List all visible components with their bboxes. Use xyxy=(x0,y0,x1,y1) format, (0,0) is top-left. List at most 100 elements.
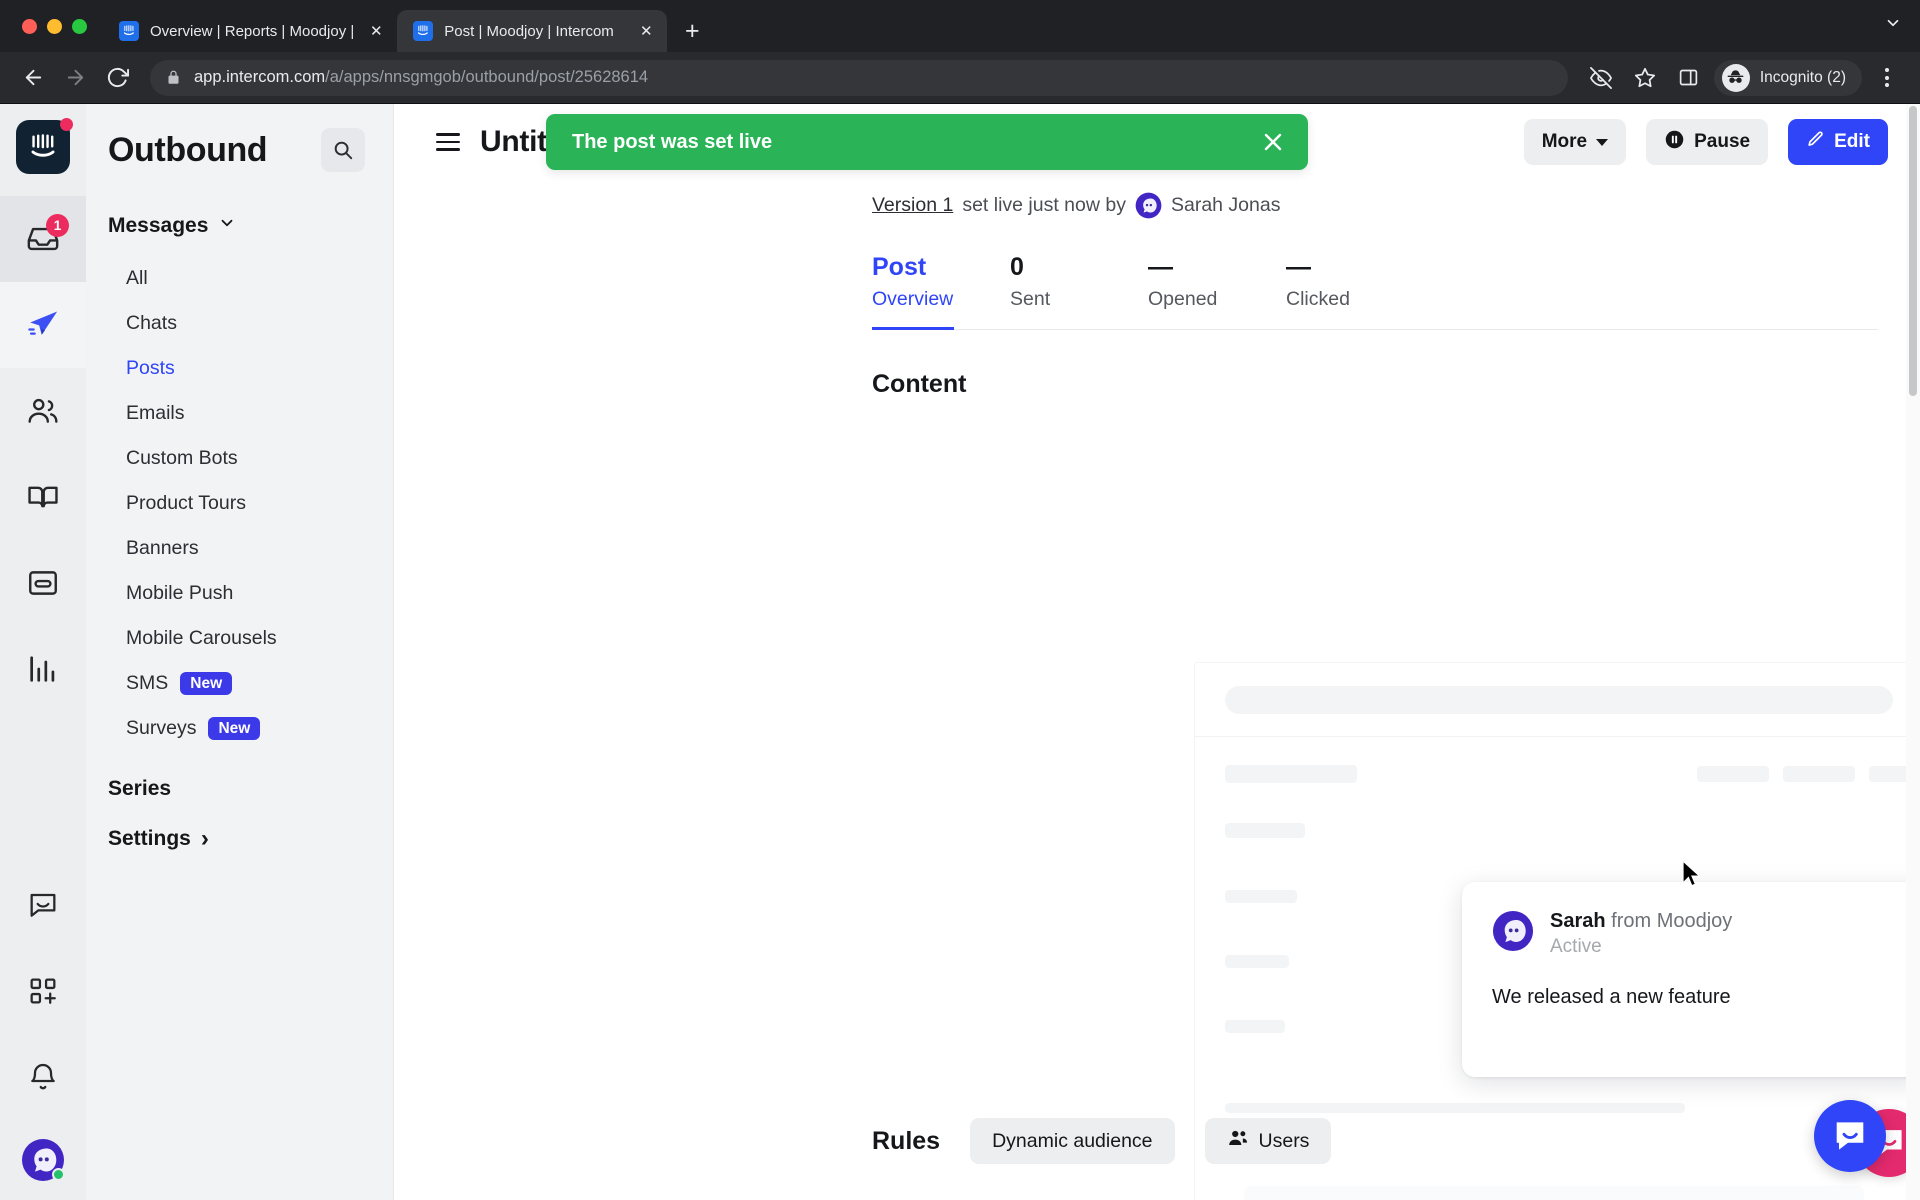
tab-search-chevron-down-icon[interactable] xyxy=(1880,10,1906,36)
browser-tab-2[interactable]: Post | Moodjoy | Intercom ✕ xyxy=(397,10,668,52)
sidebar-item-banners[interactable]: Banners xyxy=(126,526,393,571)
sidebar-item-custom-bots[interactable]: Custom Bots xyxy=(126,436,393,481)
tab-clicked-label: Clicked xyxy=(1286,287,1350,310)
mouse-cursor xyxy=(1682,859,1704,895)
chip-users[interactable]: Users xyxy=(1204,1118,1332,1164)
outbound-sidebar: Outbound Messages All Chats Posts Emails… xyxy=(86,104,394,1200)
message-card-header: Sarah from Moodjoy Active xyxy=(1492,910,1898,958)
sidebar-item-chats[interactable]: Chats xyxy=(126,301,393,346)
page-title: Outbound xyxy=(108,130,268,169)
forward-arrow-icon[interactable] xyxy=(56,59,94,97)
inbox-badge: 1 xyxy=(46,214,69,237)
url-path: /a/apps/nnsgmgob/outbound/post/25628614 xyxy=(325,68,649,86)
sidebar-item-surveys[interactable]: Surveys New xyxy=(126,706,393,751)
chevron-down-icon xyxy=(1596,138,1609,146)
content-section-title: Content xyxy=(872,369,967,398)
bell-icon xyxy=(31,1063,55,1090)
rail-item-outbound[interactable] xyxy=(0,282,86,368)
side-panel-icon[interactable] xyxy=(1670,59,1708,97)
sidebar-item-product-tours[interactable]: Product Tours xyxy=(126,481,393,526)
sidebar-header: Outbound xyxy=(86,128,393,172)
more-button-label: More xyxy=(1541,131,1588,152)
new-badge: New xyxy=(180,672,233,695)
eye-off-icon[interactable] xyxy=(1582,59,1620,97)
search-icon[interactable] xyxy=(321,128,365,172)
sidebar-section-settings[interactable]: Settings › xyxy=(86,827,393,851)
sidebar-item-mobile-carousels[interactable]: Mobile Carousels xyxy=(126,616,393,661)
preview-nav-links xyxy=(1697,766,1920,782)
tab-opened[interactable]: — Opened xyxy=(1148,253,1258,329)
rail-item-messenger[interactable] xyxy=(0,862,86,948)
edit-button[interactable]: Edit xyxy=(1788,119,1888,165)
pencil-icon xyxy=(1806,130,1825,155)
sidebar-item-label: Posts xyxy=(126,357,175,379)
chat-bubble-icon xyxy=(30,893,56,917)
rail-item-reports[interactable] xyxy=(0,626,86,712)
sender-org: from Moodjoy xyxy=(1611,910,1733,932)
profile-button[interactable]: Incognito (2) xyxy=(1713,59,1862,96)
sidebar-item-posts[interactable]: Posts xyxy=(126,346,393,391)
preview-line-skeleton xyxy=(1225,823,1305,838)
sender-avatar-icon xyxy=(1492,910,1534,952)
main-panel: Untitled More Pause Edit The post was se… xyxy=(394,104,1920,1200)
pause-button-label: Pause xyxy=(1694,131,1751,152)
tab-clicked[interactable]: — Clicked xyxy=(1286,253,1396,329)
rail-item-inbox[interactable]: 1 xyxy=(0,196,86,282)
avatar[interactable] xyxy=(21,1138,65,1182)
preview-address-skeleton xyxy=(1225,685,1893,714)
reload-icon[interactable] xyxy=(98,59,136,97)
tab-opened-value: — xyxy=(1148,253,1173,281)
close-window-button[interactable] xyxy=(22,18,37,34)
card-icon xyxy=(29,571,57,595)
rail-item-notifications[interactable] xyxy=(0,1034,86,1120)
intercom-messenger-launcher[interactable] xyxy=(1814,1100,1886,1172)
pause-button[interactable]: Pause xyxy=(1646,119,1769,165)
address-bar[interactable]: app.intercom.com/a/apps/nnsgmgob/outboun… xyxy=(150,59,1568,96)
sidebar-item-sms[interactable]: SMS New xyxy=(126,661,393,706)
pause-circle-icon xyxy=(1664,129,1685,156)
tab-sent[interactable]: 0 Sent xyxy=(1010,253,1120,329)
close-tab-button[interactable]: ✕ xyxy=(635,20,657,42)
app-rail: 1 xyxy=(0,104,86,1200)
close-icon[interactable] xyxy=(1258,127,1288,157)
back-arrow-icon[interactable] xyxy=(14,59,52,97)
sidebar-item-label: SMS xyxy=(126,672,169,694)
minimize-window-button[interactable] xyxy=(47,18,62,34)
tab-overview[interactable]: Post Overview xyxy=(872,253,982,330)
version-text: set live just now by xyxy=(962,194,1126,216)
star-icon[interactable] xyxy=(1626,59,1664,97)
version-link[interactable]: Version 1 xyxy=(872,194,953,217)
sidebar-group-label: Messages xyxy=(108,214,209,237)
sidebar-item-all[interactable]: All xyxy=(126,256,393,301)
kebab-menu-icon[interactable] xyxy=(1868,59,1906,97)
preview-line-skeleton xyxy=(1225,1020,1285,1033)
close-tab-button[interactable]: ✕ xyxy=(365,20,387,42)
sidebar-item-mobile-push[interactable]: Mobile Push xyxy=(126,571,393,616)
logo-notification-dot xyxy=(60,118,73,131)
preview-nav-row xyxy=(1225,765,1920,783)
sidebar-item-label: Emails xyxy=(126,402,185,424)
rail-item-articles[interactable] xyxy=(0,454,86,540)
preview-nav-skeleton xyxy=(1697,766,1769,782)
chip-dynamic-audience[interactable]: Dynamic audience xyxy=(970,1118,1175,1164)
tab-opened-label: Opened xyxy=(1148,287,1218,310)
rail-item-contacts[interactable] xyxy=(0,368,86,454)
address-bar-url: app.intercom.com/a/apps/nnsgmgob/outboun… xyxy=(194,68,648,87)
browser-tab-title: Post | Moodjoy | Intercom xyxy=(444,22,614,40)
tab-overview-value: Post xyxy=(872,253,927,281)
browser-tab-1[interactable]: Overview | Reports | Moodjoy | ✕ xyxy=(103,10,397,52)
rail-item-apps[interactable] xyxy=(0,948,86,1034)
maximize-window-button[interactable] xyxy=(72,18,87,34)
more-button[interactable]: More xyxy=(1523,119,1627,165)
vertical-scrollbar[interactable] xyxy=(1906,104,1920,1200)
sender-name: Sarah xyxy=(1550,910,1606,932)
rail-item-knowledge[interactable] xyxy=(0,540,86,626)
intercom-logo-icon[interactable] xyxy=(16,118,73,174)
sidebar-section-series[interactable]: Series xyxy=(86,777,393,801)
sidebar-group-messages[interactable]: Messages xyxy=(86,214,393,238)
sidebar-item-emails[interactable]: Emails xyxy=(126,391,393,436)
new-tab-button[interactable]: + xyxy=(675,14,709,48)
scrollbar-thumb[interactable] xyxy=(1909,106,1917,396)
hamburger-icon[interactable] xyxy=(436,133,460,151)
lock-icon xyxy=(166,70,181,85)
